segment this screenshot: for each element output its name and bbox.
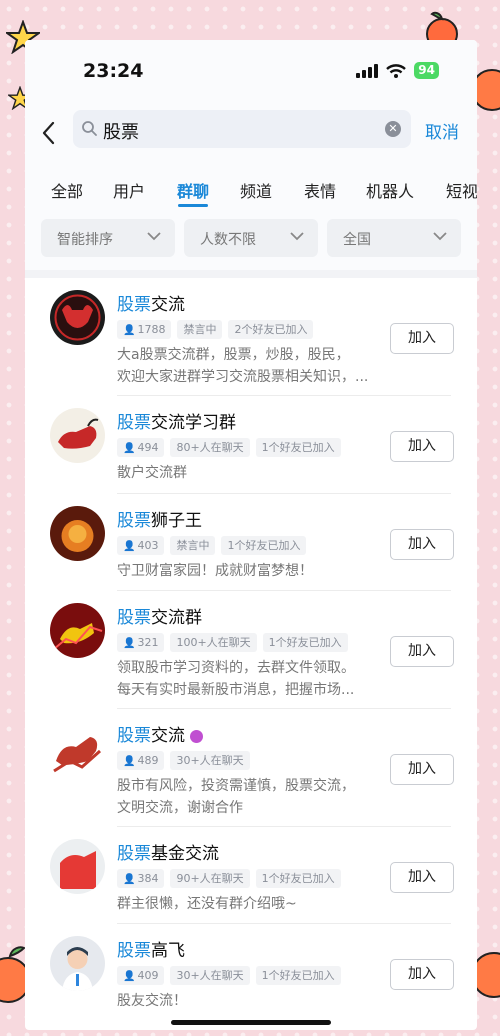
join-button[interactable]: 加入 — [390, 431, 454, 462]
person-icon: 👤 — [123, 756, 136, 767]
chevron-down-icon — [147, 232, 161, 241]
group-description: 股友交流！ — [117, 993, 187, 1009]
group-description: 股市有风险，投资需谨慎，股票交流， 文明交流，谢谢合作 — [117, 778, 355, 816]
search-bar: 股票 ✕ 取消 — [25, 104, 477, 162]
group-name: 股票交流群 — [117, 608, 202, 628]
friends-joined-badge: 1个好友已加入 — [262, 633, 348, 652]
person-icon: 👤 — [123, 971, 136, 982]
friends-joined-badge: 2个好友已加入 — [228, 320, 314, 339]
active-tab-indicator — [178, 204, 208, 207]
wifi-icon — [386, 63, 407, 78]
status-time: 23:24 — [83, 60, 144, 82]
group-avatar — [50, 839, 105, 894]
cancel-button[interactable]: 取消 — [425, 118, 459, 143]
back-arrow-icon[interactable] — [37, 118, 61, 148]
group-description: 大a股票交流群，股票，炒股，股民， 欢迎大家进群学习交流股票相关知识，... — [117, 347, 369, 385]
tab-channels[interactable]: 频道 — [240, 178, 272, 202]
filter-label: 智能排序 — [57, 232, 113, 248]
person-icon: 👤 — [123, 874, 136, 885]
group-name: 股票狮子王 — [117, 511, 202, 531]
active-chat-badge: 100+人在聊天 — [170, 633, 257, 652]
active-chat-badge: 90+人在聊天 — [170, 869, 250, 888]
search-query: 股票 — [103, 122, 139, 143]
active-chat-badge: 80+人在聊天 — [170, 438, 250, 457]
list-item[interactable]: 股票交流群 👤 321 100+人在聊天 1个好友已加入 领取股市学习资料的，去群… — [33, 591, 469, 709]
member-count-badge: 👤 384 — [117, 869, 165, 888]
join-button[interactable]: 加入 — [390, 636, 454, 667]
group-description: 守卫财富家园！成就财富梦想！ — [117, 563, 313, 579]
member-count-badge: 👤 403 — [117, 536, 165, 555]
divider — [25, 270, 477, 278]
search-input[interactable]: 股票 ✕ — [73, 110, 411, 148]
status-badge: 禁言中 — [170, 536, 216, 555]
signal-icon — [356, 63, 379, 78]
status-badge: 禁言中 — [177, 320, 223, 339]
group-description: 领取股市学习资料的，去群文件领取。 每天有实时最新股市消息，把握市场... — [117, 660, 355, 698]
member-count-badge: 👤 1788 — [117, 320, 172, 339]
person-icon: 👤 — [123, 325, 136, 336]
search-icon — [82, 121, 97, 136]
sort-filter-dropdown[interactable]: 智能排序 — [41, 219, 175, 257]
active-chat-badge: 30+人在聊天 — [170, 966, 250, 985]
tab-bots[interactable]: 机器人 — [366, 178, 414, 202]
phone-screen: 23:24 94 股票 ✕ 取消 全部 用户 群聊 频道 表情 机器人 短视 智… — [25, 40, 477, 1030]
group-avatar — [50, 506, 105, 561]
friends-joined-badge: 1个好友已加入 — [221, 536, 307, 555]
list-item[interactable]: 股票基金交流 👤 384 90+人在聊天 1个好友已加入 群主很懒，还没有群介绍哦… — [33, 827, 469, 924]
clear-icon[interactable]: ✕ — [385, 121, 401, 137]
group-name: 股票高飞 — [117, 941, 185, 961]
group-description: 群主很懒，还没有群介绍哦~ — [117, 896, 297, 912]
chevron-down-icon — [290, 232, 304, 241]
member-count-badge: 👤 409 — [117, 966, 165, 985]
tab-stickers[interactable]: 表情 — [304, 178, 336, 202]
list-item[interactable]: 股票狮子王 👤 403 禁言中 1个好友已加入 守卫财富家园！成就财富梦想！ 加入 — [33, 494, 469, 591]
join-button[interactable]: 加入 — [390, 862, 454, 893]
list-item[interactable]: 股票高飞 👤 409 30+人在聊天 1个好友已加入 股友交流！ 加入 — [33, 924, 469, 1024]
list-item[interactable]: 股票交流学习群 👤 494 80+人在聊天 1个好友已加入 散户交流群 加入 — [33, 396, 469, 494]
status-bar: 23:24 94 — [25, 40, 477, 104]
friends-joined-badge: 1个好友已加入 — [255, 438, 341, 457]
verified-badge-icon — [190, 729, 204, 743]
region-filter-dropdown[interactable]: 全国 — [327, 219, 461, 257]
group-results-list: 股票交流 👤 1788 禁言中 2个好友已加入 大a股票交流群，股票，炒股，股民，… — [33, 278, 469, 1030]
friends-joined-badge: 1个好友已加入 — [255, 869, 341, 888]
group-avatar — [50, 290, 105, 345]
group-avatar — [50, 936, 105, 991]
join-button[interactable]: 加入 — [390, 959, 454, 990]
chevron-down-icon — [433, 232, 447, 241]
filter-label: 人数不限 — [200, 232, 256, 248]
tab-users[interactable]: 用户 — [113, 178, 145, 202]
person-icon: 👤 — [123, 541, 136, 552]
member-count-badge: 👤 321 — [117, 633, 165, 652]
group-avatar — [50, 408, 105, 463]
person-icon: 👤 — [123, 638, 136, 649]
category-tabs: 全部 用户 群聊 频道 表情 机器人 短视 — [25, 162, 477, 214]
battery-icon: 94 — [414, 62, 439, 79]
group-name: 股票交流 — [117, 721, 204, 746]
group-avatar — [50, 603, 105, 658]
friends-joined-badge: 1个好友已加入 — [255, 966, 341, 985]
group-name: 股票交流学习群 — [117, 413, 236, 433]
filter-bar: 智能排序 人数不限 全国 — [25, 214, 477, 270]
group-name: 股票交流 — [117, 295, 185, 315]
join-button[interactable]: 加入 — [390, 323, 454, 354]
home-indicator — [171, 1020, 331, 1025]
member-count-filter-dropdown[interactable]: 人数不限 — [184, 219, 318, 257]
group-avatar — [50, 721, 105, 776]
tab-short-video[interactable]: 短视 — [446, 178, 477, 202]
tab-group-chats[interactable]: 群聊 — [177, 178, 209, 202]
tab-all[interactable]: 全部 — [51, 178, 83, 202]
join-button[interactable]: 加入 — [390, 529, 454, 560]
group-name: 股票基金交流 — [117, 844, 219, 864]
member-count-badge: 👤 494 — [117, 438, 165, 457]
member-count-badge: 👤 489 — [117, 751, 165, 770]
group-description: 散户交流群 — [117, 465, 187, 481]
list-item[interactable]: 股票交流 👤 1788 禁言中 2个好友已加入 大a股票交流群，股票，炒股，股民，… — [33, 278, 469, 396]
active-chat-badge: 30+人在聊天 — [170, 751, 250, 770]
join-button[interactable]: 加入 — [390, 754, 454, 785]
list-item[interactable]: 股票交流 👤 489 30+人在聊天 股市有风险，投资需谨慎，股票交流， 文明交流，… — [33, 709, 469, 827]
filter-label: 全国 — [343, 232, 371, 248]
person-icon: 👤 — [123, 443, 136, 454]
